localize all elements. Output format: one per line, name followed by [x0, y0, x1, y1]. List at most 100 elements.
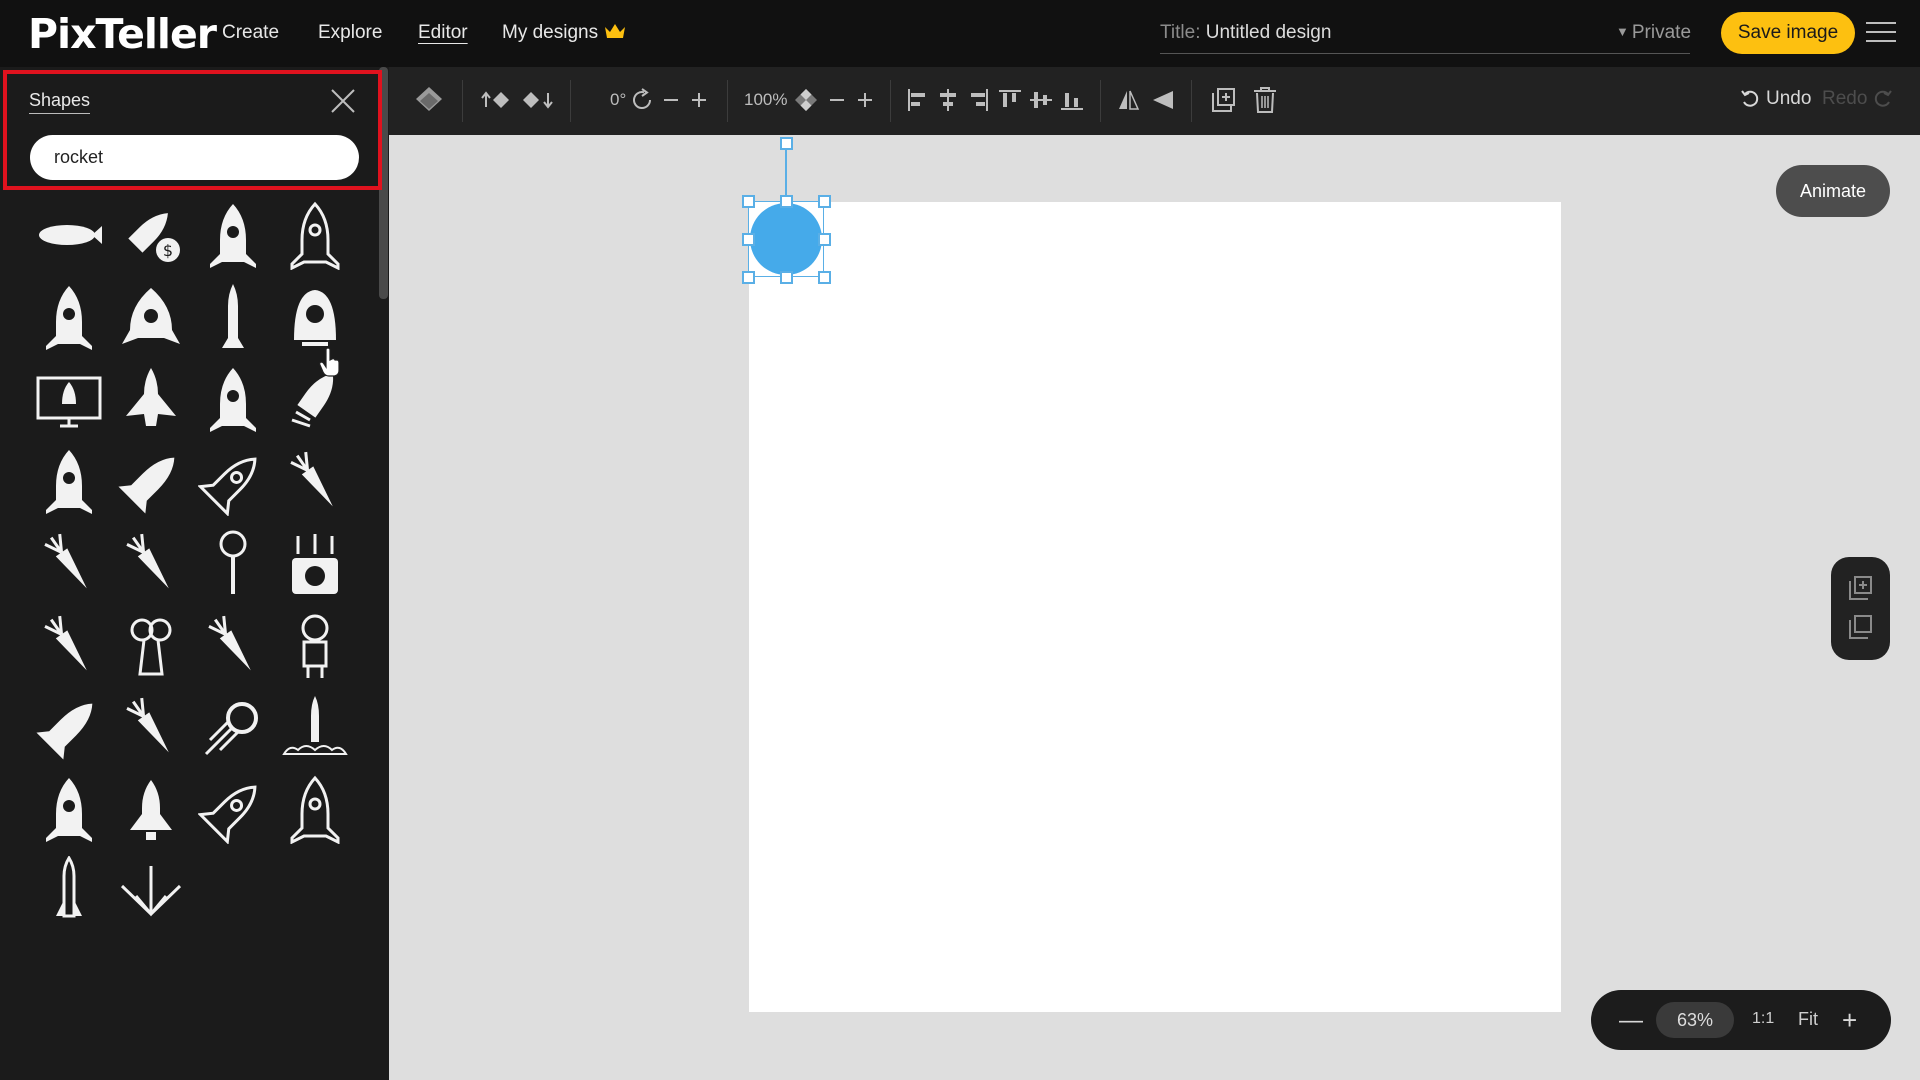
shape-result-item[interactable] — [194, 606, 272, 684]
carrot-icon — [126, 697, 169, 753]
shape-result-item[interactable] — [276, 606, 354, 684]
resize-handle-s[interactable] — [780, 271, 793, 284]
shape-result-item[interactable] — [30, 852, 108, 930]
rocket-launchpad-icon — [282, 696, 348, 755]
resize-handle-sw[interactable] — [742, 271, 755, 284]
rotate-handle[interactable] — [780, 137, 793, 150]
align-left-icon[interactable] — [907, 82, 929, 118]
animate-button[interactable]: Animate — [1776, 165, 1890, 217]
shape-result-item[interactable] — [112, 688, 190, 766]
rocket-icon — [46, 778, 92, 842]
shape-result-item[interactable] — [112, 606, 190, 684]
add-page-icon[interactable] — [1847, 574, 1875, 602]
shape-result-item[interactable] — [194, 688, 272, 766]
zoom-out-button[interactable]: — — [1619, 1007, 1643, 1035]
zoom-in-button[interactable]: + — [1842, 1005, 1857, 1036]
shape-result-item[interactable] — [112, 852, 190, 930]
rocket-icon — [210, 204, 256, 268]
opacity-checker-icon[interactable] — [794, 82, 818, 118]
shape-result-item[interactable] — [276, 524, 354, 602]
resize-handle-e[interactable] — [818, 233, 831, 246]
broccoli-icon — [130, 618, 172, 676]
shape-result-item[interactable]: $ — [112, 196, 190, 274]
shape-result-item[interactable] — [194, 442, 272, 520]
shape-result-item[interactable] — [112, 278, 190, 356]
shape-result-item[interactable] — [112, 360, 190, 438]
trash-icon[interactable] — [1252, 82, 1278, 118]
shape-result-item[interactable] — [30, 278, 108, 356]
nav-create[interactable]: Create — [222, 22, 279, 44]
zoom-actual-size-button[interactable]: 1:1 — [1752, 1010, 1774, 1028]
duplicate-page-icon[interactable] — [1847, 613, 1875, 641]
opacity-minus-button[interactable] — [828, 82, 846, 118]
shape-result-item[interactable] — [276, 360, 354, 438]
shape-result-item[interactable] — [30, 770, 108, 848]
align-middle-v-icon[interactable] — [1029, 82, 1053, 118]
align-center-h-icon[interactable] — [937, 82, 959, 118]
rocket-outline-diagonal-icon — [198, 457, 257, 516]
shape-result-item[interactable] — [276, 442, 354, 520]
rotate-minus-button[interactable] — [662, 82, 680, 118]
shape-result-item[interactable] — [30, 524, 108, 602]
toolbar-divider — [1100, 80, 1101, 122]
shape-result-item[interactable] — [276, 196, 354, 274]
hamburger-icon[interactable] — [1866, 22, 1896, 44]
opacity-plus-button[interactable] — [856, 82, 874, 118]
nav-explore[interactable]: Explore — [318, 22, 382, 44]
app-logo[interactable]: PixTeller — [28, 10, 217, 58]
shape-result-item[interactable] — [276, 770, 354, 848]
nav-editor[interactable]: Editor — [418, 22, 468, 44]
shape-result-item[interactable] — [30, 196, 108, 274]
shape-result-item[interactable] — [194, 524, 272, 602]
bring-forward-icon[interactable] — [481, 82, 511, 118]
caret-down-icon: ▼ — [1616, 24, 1629, 39]
nav-my-designs[interactable]: My designs — [502, 22, 626, 44]
duplicate-icon[interactable] — [1210, 82, 1238, 118]
title-value[interactable]: Untitled design — [1206, 22, 1332, 43]
save-image-button[interactable]: Save image — [1721, 12, 1855, 54]
shape-result-item[interactable] — [276, 278, 354, 356]
shape-result-item[interactable] — [30, 360, 108, 438]
zoom-level[interactable]: 63% — [1656, 1002, 1734, 1038]
shape-result-item[interactable] — [30, 442, 108, 520]
shape-result-item[interactable] — [112, 442, 190, 520]
redo-button[interactable]: Redo — [1822, 88, 1893, 110]
shape-result-item[interactable] — [112, 524, 190, 602]
close-icon[interactable] — [330, 88, 356, 114]
flip-horizontal-icon[interactable] — [1117, 82, 1141, 118]
shape-result-item[interactable] — [30, 688, 108, 766]
monitor-rocket-icon — [36, 376, 102, 428]
rotate-plus-button[interactable] — [690, 82, 708, 118]
shape-result-item[interactable] — [194, 770, 272, 848]
privacy-dropdown[interactable]: ▼ Private — [1616, 22, 1691, 44]
undo-button[interactable]: Undo — [1740, 88, 1811, 110]
resize-handle-nw[interactable] — [742, 195, 755, 208]
toolbar-divider — [462, 80, 463, 122]
layer-icon[interactable] — [414, 82, 444, 118]
zoom-fit-button[interactable]: Fit — [1798, 1009, 1818, 1030]
shape-result-item[interactable] — [194, 278, 272, 356]
shape-result-item[interactable] — [276, 688, 354, 766]
shape-result-item[interactable] — [194, 360, 272, 438]
shape-result-item[interactable] — [194, 196, 272, 274]
resize-handle-se[interactable] — [818, 271, 831, 284]
shape-result-item[interactable] — [30, 606, 108, 684]
crown-icon — [605, 24, 626, 38]
undo-label: Undo — [1766, 88, 1812, 109]
hand-cursor-icon — [319, 348, 340, 377]
resize-handle-n[interactable] — [780, 195, 793, 208]
align-right-icon[interactable] — [967, 82, 989, 118]
send-backward-icon[interactable] — [522, 82, 554, 118]
resize-handle-ne[interactable] — [818, 195, 831, 208]
design-canvas[interactable] — [749, 202, 1561, 1012]
flip-vertical-icon[interactable] — [1151, 82, 1175, 118]
resize-handle-w[interactable] — [742, 233, 755, 246]
align-top-icon[interactable] — [998, 82, 1022, 118]
align-bottom-icon[interactable] — [1060, 82, 1084, 118]
rotate-icon[interactable] — [630, 82, 654, 118]
shape-result-item[interactable] — [112, 770, 190, 848]
toolbar-divider — [1191, 80, 1192, 122]
opacity-value: 100% — [744, 90, 788, 109]
design-title-field[interactable]: Title: Untitled design — [1160, 22, 1690, 54]
shape-search-input[interactable] — [30, 135, 359, 180]
